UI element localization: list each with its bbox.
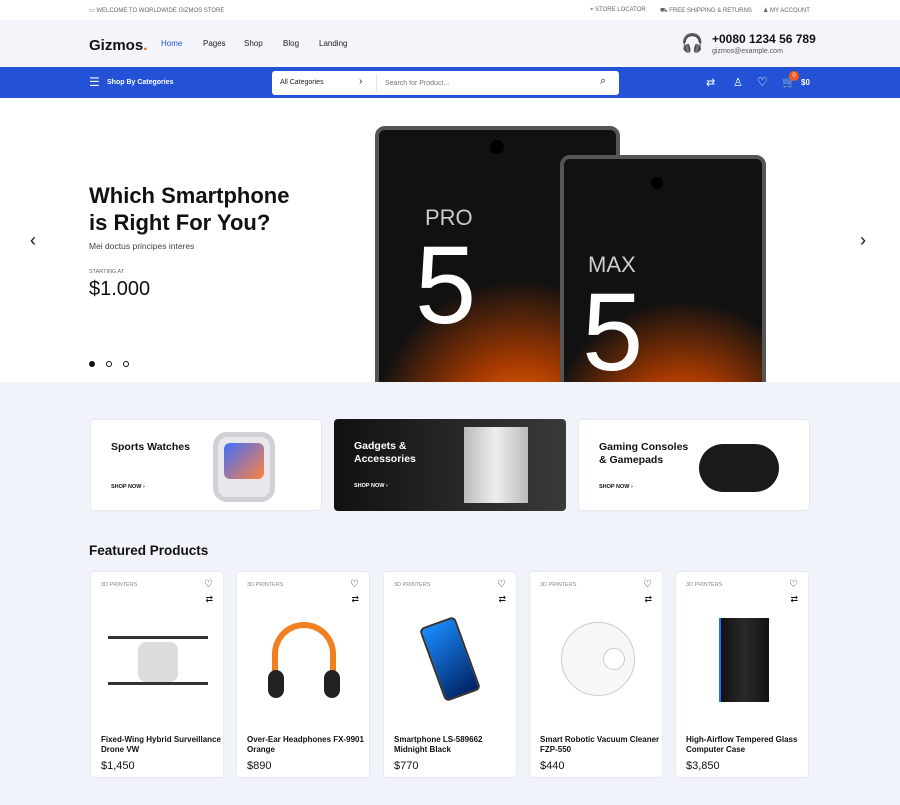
my-account-link[interactable]: ♟ My Account — [763, 7, 810, 14]
product-card[interactable]: 3D PRINTERS ♡ ⇄ Smart Robotic Vacuum Clea… — [529, 571, 663, 778]
headset-icon: 🎧 — [681, 33, 704, 53]
nav-shop[interactable]: Shop — [244, 39, 263, 48]
slide-dot-3[interactable] — [123, 361, 129, 367]
chevron-right-icon[interactable]: › — [359, 76, 362, 87]
nav-blog[interactable]: Blog — [283, 39, 299, 48]
cart-total[interactable]: $0 — [801, 78, 810, 87]
compare-icon[interactable]: ⇄ — [205, 594, 213, 605]
computer-case-image — [693, 612, 793, 712]
shop-now-link[interactable]: SHOP NOW › — [599, 484, 633, 490]
wishlist-icon[interactable]: ♡ — [497, 579, 506, 590]
phone-max-image: MAX 5 — [560, 155, 766, 382]
next-arrow-icon[interactable]: › — [860, 230, 866, 251]
shop-now-link[interactable]: SHOP NOW › — [354, 483, 388, 489]
compare-icon[interactable]: ⇄ — [790, 594, 798, 605]
search-box: All Categories › ⌕ — [272, 71, 619, 95]
wishlist-icon[interactable]: ♡ — [643, 579, 652, 590]
wishlist-icon[interactable]: ♡ — [350, 579, 359, 590]
email[interactable]: gizmos@example.com — [712, 48, 783, 55]
slide-dot-2[interactable] — [106, 361, 112, 367]
shop-by-categories[interactable]: Shop By Categories — [107, 79, 174, 86]
nav-pages[interactable]: Pages — [203, 39, 226, 48]
product-card[interactable]: 3D PRINTERS ♡ ⇄ Smartphone LS-589662 Midn… — [383, 571, 517, 778]
heart-icon[interactable]: ♡ — [757, 75, 768, 89]
headphones-image — [254, 612, 354, 712]
cart-count-badge: 0 — [789, 71, 799, 81]
phone-number[interactable]: +0080 1234 56 789 — [712, 32, 816, 46]
compare-icon[interactable]: ⇄ — [644, 594, 652, 605]
nav-home[interactable]: Home — [161, 39, 182, 48]
search-icon[interactable]: ⌕ — [600, 75, 606, 88]
logo[interactable]: Gizmos. — [89, 37, 147, 54]
hero-subtitle: Mei doctus principes interes — [89, 241, 195, 251]
wishlist-icon[interactable]: ♡ — [789, 579, 798, 590]
hero-slider: ‹ › Which Smartphone is Right For You? Me… — [0, 98, 900, 382]
vacuum-image — [547, 612, 647, 712]
menu-icon[interactable]: ☰ — [89, 75, 100, 89]
hero-price: $1.000 — [89, 278, 151, 300]
category-search-bar: ☰ Shop By Categories All Categories › ⌕ … — [0, 67, 900, 98]
category-card-gadgets[interactable]: Gadgets & Accessories SHOP NOW › — [334, 419, 566, 511]
gamepad-image — [699, 444, 779, 492]
compare-icon[interactable]: ⇄ — [498, 594, 506, 605]
slide-dot-1[interactable] — [89, 361, 95, 367]
smartphone-image — [401, 612, 501, 712]
hero-title: Which Smartphone is Right For You? — [89, 183, 290, 235]
store-locator-link[interactable]: ⌖ Store Locator — [590, 7, 646, 14]
user-icon[interactable]: ♙ — [733, 76, 743, 89]
category-card-gaming[interactable]: Gaming Consoles & Gamepads SHOP NOW › — [578, 419, 810, 511]
product-card[interactable]: 3D PRINTERS ♡ ⇄ High-Airflow Tempered Gla… — [675, 571, 809, 778]
prev-arrow-icon[interactable]: ‹ — [30, 230, 36, 251]
shop-now-link[interactable]: SHOP NOW › — [111, 484, 145, 490]
search-input[interactable] — [385, 75, 585, 91]
top-bar: ▭ Welcome to Worldwide Gizmos Store ⌖ St… — [0, 0, 900, 20]
drone-image — [108, 612, 208, 712]
product-card[interactable]: 3D PRINTERS ♡ ⇄ Over-Ear Headphones FX-99… — [236, 571, 370, 778]
watch-image — [213, 432, 275, 502]
nav-landing[interactable]: Landing — [319, 39, 347, 48]
divider — [376, 74, 377, 92]
wishlist-icon[interactable]: ♡ — [204, 579, 213, 590]
mac-pro-image — [464, 427, 528, 503]
starting-label: STARTING AT — [89, 269, 125, 275]
welcome-text: ▭ Welcome to Worldwide Gizmos Store — [89, 8, 225, 14]
shipping-link[interactable]: ⛟ Free Shipping & Returns — [660, 7, 752, 15]
header: Gizmos. Home Pages Shop Blog Landing 🎧 +… — [0, 20, 900, 67]
category-select[interactable]: All Categories — [280, 79, 324, 86]
category-card-sports-watches[interactable]: Sports Watches SHOP NOW › — [90, 419, 322, 511]
compare-icon[interactable]: ⇄ — [351, 594, 359, 605]
compare-icon[interactable]: ⇄ — [706, 76, 715, 89]
featured-title: Featured Products — [89, 543, 209, 558]
product-card[interactable]: 3D PRINTERS ♡ ⇄ Fixed-Wing Hybrid Surveil… — [90, 571, 224, 778]
